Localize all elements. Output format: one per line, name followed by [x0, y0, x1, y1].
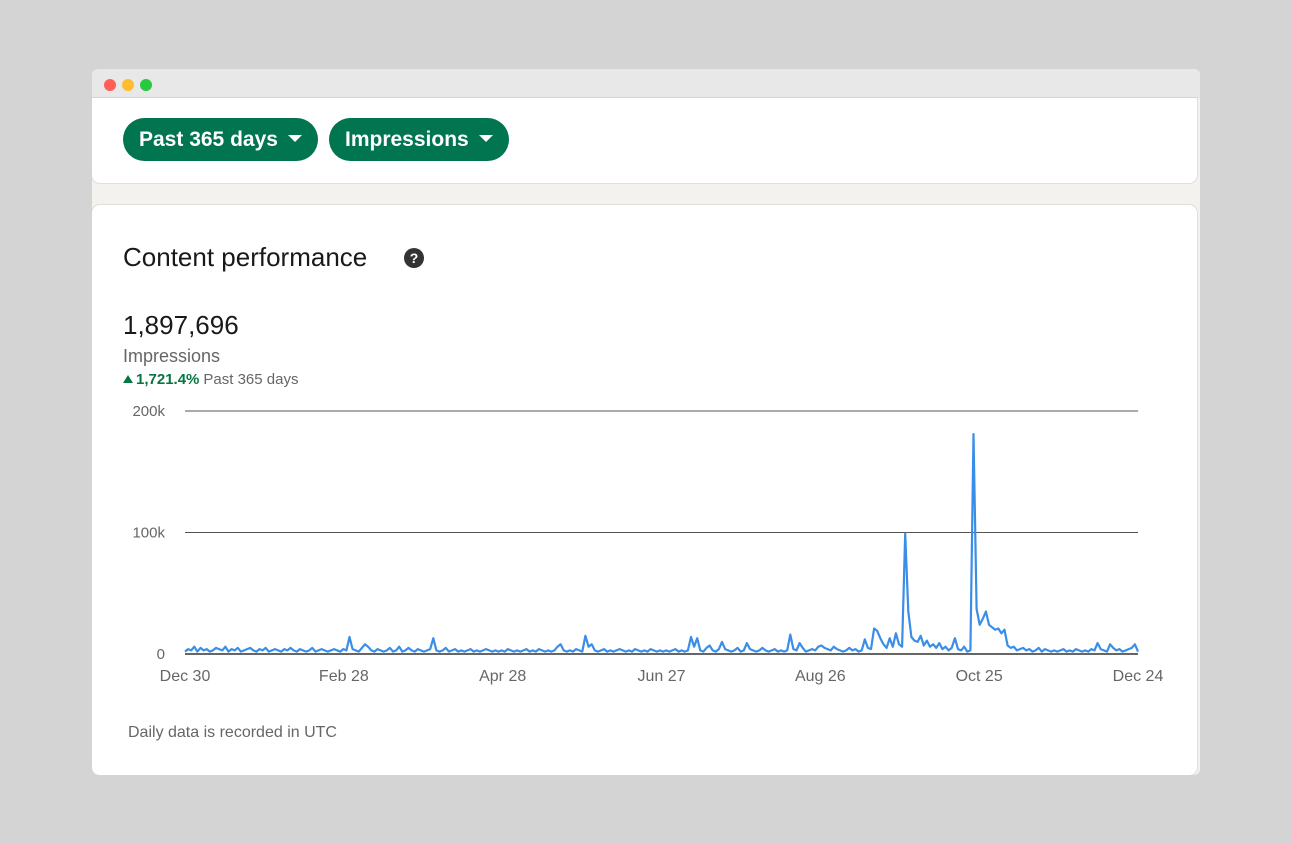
utc-footnote: Daily data is recorded in UTC: [128, 724, 337, 741]
minimize-window-dot[interactable]: [122, 79, 134, 91]
close-window-dot[interactable]: [104, 79, 116, 91]
date-range-dropdown[interactable]: Past 365 days: [123, 118, 318, 161]
x-tick-label: Aug 26: [795, 668, 846, 685]
caret-down-icon: [287, 134, 302, 142]
metric-dropdown[interactable]: Impressions: [329, 118, 509, 161]
zoom-window-dot[interactable]: [140, 79, 152, 91]
impressions-series-line: [184, 433, 1140, 653]
impressions-line-chart: 0 100k 200k Dec 30 Feb 28 Apr 28 Jun 27 Aug 26 O…: [132, 403, 1164, 685]
browser-window: Past 365 days Impressions Content perfor…: [92, 69, 1200, 775]
caret-down-icon: [478, 134, 493, 142]
y-tick-label: 200k: [132, 403, 165, 420]
content-performance-card: Content performance ? 1,897,696 Impressi…: [92, 205, 1197, 775]
x-tick-label: Dec 30: [160, 668, 211, 685]
x-tick-label: Jun 27: [637, 668, 685, 685]
window-titlebar: [92, 69, 1200, 98]
x-tick-label: Apr 28: [479, 668, 526, 685]
x-tick-label: Feb 28: [319, 668, 369, 685]
metric-label: Impressions: [345, 128, 469, 151]
y-tick-label: 100k: [132, 525, 165, 542]
y-tick-label: 0: [157, 646, 165, 663]
date-range-label: Past 365 days: [139, 128, 278, 151]
filters-card: Past 365 days Impressions: [92, 98, 1197, 183]
x-tick-label: Dec 24: [1113, 668, 1164, 685]
x-tick-label: Oct 25: [956, 668, 1003, 685]
